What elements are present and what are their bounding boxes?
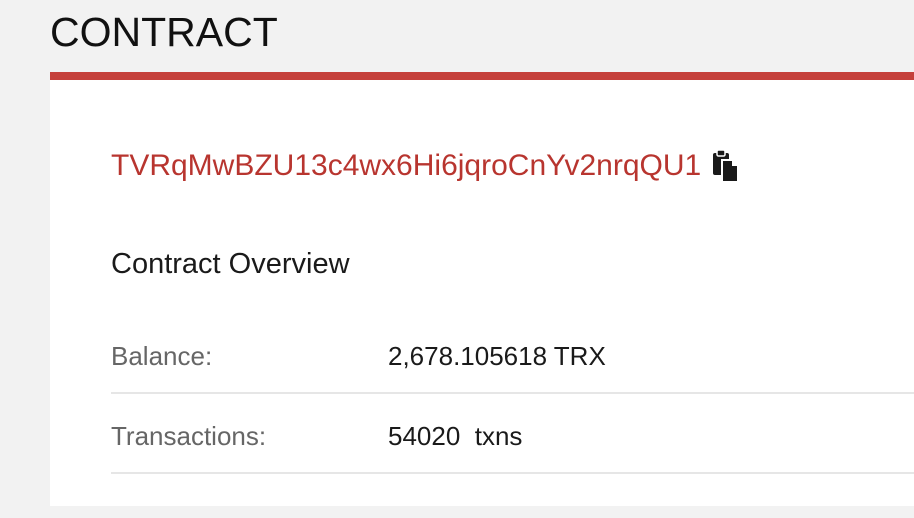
clipboard-icon[interactable] — [709, 148, 741, 184]
balance-value: 2,678.105618 TRX — [388, 341, 606, 371]
balance-row: Balance: 2,678.105618 TRX — [111, 316, 914, 394]
transactions-label: Transactions: — [111, 421, 267, 451]
contract-overview-title: Contract Overview — [111, 248, 350, 280]
transactions-value: 54020 txns — [388, 421, 523, 451]
contract-address-link[interactable]: TVRqMwBZU13c4wx6Hi6jqroCnYv2nrqQU1 — [111, 148, 701, 184]
address-row: TVRqMwBZU13c4wx6Hi6jqroCnYv2nrqQU1 — [111, 148, 741, 184]
balance-label: Balance: — [111, 341, 213, 371]
transactions-row: Transactions: 54020 txns — [111, 396, 914, 474]
contract-card: TVRqMwBZU13c4wx6Hi6jqroCnYv2nrqQU1 Contr… — [50, 72, 914, 506]
page: CONTRACT TVRqMwBZU13c4wx6Hi6jqroCnYv2nrq… — [0, 0, 914, 518]
page-title: CONTRACT — [50, 9, 278, 55]
